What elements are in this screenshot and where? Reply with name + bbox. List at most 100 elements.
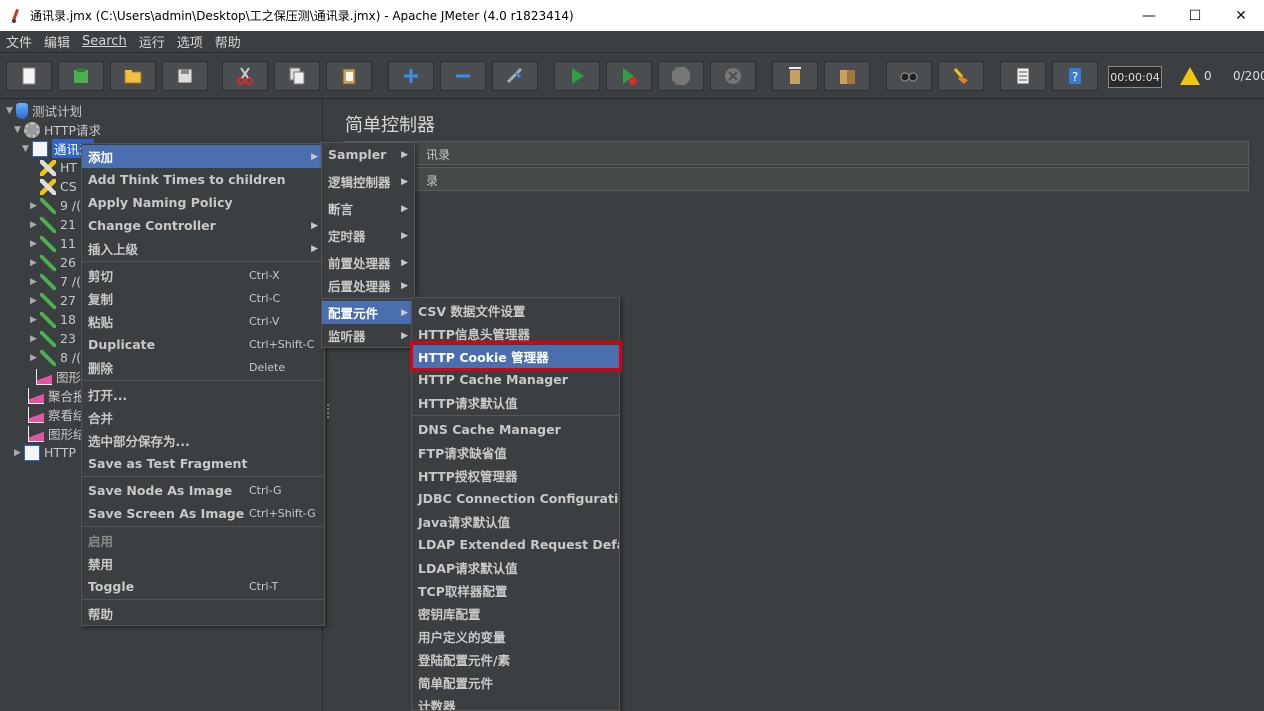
tree-node-thread-group[interactable]: ▼ HTTP请求 <box>14 120 101 139</box>
collapse-arrow-icon[interactable]: ▶ <box>14 448 24 458</box>
expand-icon[interactable] <box>388 61 434 91</box>
menu-item-copy[interactable]: 复制 Ctrl-C <box>82 287 324 310</box>
config-item-tcp-sampler[interactable]: TCP取样器配置 <box>412 579 619 602</box>
collapse-arrow-icon[interactable]: ▶ <box>30 258 40 268</box>
name-field[interactable]: 讯录 <box>343 141 1249 165</box>
config-item-simple-config[interactable]: 简单配置元件 <box>412 671 619 694</box>
menu-options[interactable]: 选项 <box>171 32 209 51</box>
menu-edit[interactable]: 编辑 <box>38 32 76 51</box>
tree-node-sampler[interactable]: ▶ 11 <box>30 234 76 253</box>
start-no-pause-icon[interactable] <box>606 61 652 91</box>
menu-help[interactable]: 帮助 <box>209 32 247 51</box>
collapse-icon[interactable] <box>440 61 486 91</box>
comments-field[interactable]: 录 <box>343 167 1249 191</box>
tree-node-sampler[interactable]: ▶ 7 /( <box>30 272 81 291</box>
minimize-button[interactable]: — <box>1126 0 1172 31</box>
save-icon[interactable] <box>162 61 208 91</box>
warning-indicator[interactable]: 0 <box>1180 67 1212 85</box>
collapse-arrow-icon[interactable]: ▶ <box>30 220 40 230</box>
config-item-java-defaults[interactable]: Java请求默认值 <box>412 510 619 533</box>
help-icon[interactable]: ? <box>1052 61 1098 91</box>
submenu-item-logic-controller[interactable]: 逻辑控制器 ▶ <box>322 170 414 193</box>
config-item-cache-manager[interactable]: HTTP Cache Manager <box>412 368 619 391</box>
menu-item-open[interactable]: 打开... <box>82 383 324 406</box>
tree-node-listener[interactable]: 聚合报 <box>28 386 86 405</box>
copy-icon[interactable] <box>274 61 320 91</box>
menu-item-cut[interactable]: 剪切 Ctrl-X <box>82 264 324 287</box>
stop-icon[interactable] <box>658 61 704 91</box>
maximize-button[interactable]: ☐ <box>1172 0 1218 31</box>
tree-node-sampler[interactable]: ▶ 21 <box>30 215 76 234</box>
menu-item-toggle[interactable]: Toggle Ctrl-T <box>82 575 324 598</box>
submenu-item-config-element[interactable]: 配置元件 ▶ <box>322 301 414 324</box>
open-icon[interactable] <box>110 61 156 91</box>
new-icon[interactable] <box>6 61 52 91</box>
tree-node-sampler[interactable]: ▶ 8 /( <box>30 348 81 367</box>
start-icon[interactable] <box>554 61 600 91</box>
config-item-ldap-defaults[interactable]: LDAP请求默认值 <box>412 556 619 579</box>
clear-all-icon[interactable] <box>824 61 870 91</box>
menu-item-help[interactable]: 帮助 <box>82 602 324 625</box>
menu-item-save-node-image[interactable]: Save Node As Image Ctrl-G <box>82 479 324 502</box>
collapse-arrow-icon[interactable]: ▶ <box>30 334 40 344</box>
collapse-arrow-icon[interactable]: ▶ <box>30 353 40 363</box>
config-item-login-config[interactable]: 登陆配置元件/素 <box>412 648 619 671</box>
menu-item-insert-parent[interactable]: 插入上级 ▶ <box>82 237 324 260</box>
collapse-arrow-icon[interactable]: ▶ <box>30 315 40 325</box>
tree-node-sampler[interactable]: ▶ 26 <box>30 253 76 272</box>
menu-item-save-selection[interactable]: 选中部分保存为... <box>82 429 324 452</box>
clear-icon[interactable] <box>772 61 818 91</box>
collapse-arrow-icon[interactable]: ▶ <box>30 239 40 249</box>
submenu-item-post-processor[interactable]: 后置处理器 ▶ <box>322 274 414 297</box>
menu-item-merge[interactable]: 合并 <box>82 406 324 429</box>
cut-icon[interactable] <box>222 61 268 91</box>
config-item-http-defaults[interactable]: HTTP请求默认值 <box>412 391 619 414</box>
menu-file[interactable]: 文件 <box>0 32 38 51</box>
menu-item-disable[interactable]: 禁用 <box>82 552 324 575</box>
config-item-csv[interactable]: CSV 数据文件设置 <box>412 299 619 322</box>
submenu-item-timer[interactable]: 定时器 ▶ <box>322 224 414 247</box>
close-button[interactable]: ✕ <box>1218 0 1264 31</box>
reset-search-icon[interactable] <box>938 61 984 91</box>
menu-item-save-screen-image[interactable]: Save Screen As Image Ctrl+Shift-G <box>82 502 324 525</box>
expand-arrow-icon[interactable]: ▼ <box>22 144 32 154</box>
function-helper-icon[interactable] <box>1000 61 1046 91</box>
tree-node-sampler[interactable]: ▶ 9 /( <box>30 196 81 215</box>
templates-icon[interactable] <box>58 61 104 91</box>
menu-item-delete[interactable]: 删除 Delete <box>82 356 324 379</box>
menu-item-paste[interactable]: 粘贴 Ctrl-V <box>82 310 324 333</box>
config-item-user-variables[interactable]: 用户定义的变量 <box>412 625 619 648</box>
tree-node-test-plan[interactable]: ▼ 测试计划 <box>6 101 82 120</box>
tree-node-child[interactable]: HT <box>40 158 77 177</box>
tree-node-sampler[interactable]: ▶ 18 <box>30 310 76 329</box>
config-item-ftp-defaults[interactable]: FTP请求缺省值 <box>412 441 619 464</box>
expand-arrow-icon[interactable]: ▼ <box>6 106 16 116</box>
tree-node-sampler[interactable]: ▶ 27 <box>30 291 76 310</box>
shutdown-icon[interactable] <box>710 61 756 91</box>
collapse-arrow-icon[interactable]: ▶ <box>30 277 40 287</box>
menu-search[interactable]: Search <box>76 34 133 49</box>
submenu-item-listener[interactable]: 监听器 ▶ <box>322 324 414 347</box>
config-item-jdbc[interactable]: JDBC Connection Configuration <box>412 487 619 510</box>
menu-item-apply-naming[interactable]: Apply Naming Policy <box>82 191 324 214</box>
expand-arrow-icon[interactable]: ▼ <box>14 125 24 135</box>
search-icon[interactable] <box>886 61 932 91</box>
config-item-counter[interactable]: 计数器 <box>412 694 619 710</box>
menu-item-duplicate[interactable]: Duplicate Ctrl+Shift-C <box>82 333 324 356</box>
menu-item-save-fragment[interactable]: Save as Test Fragment <box>82 452 324 475</box>
menu-run[interactable]: 运行 <box>133 32 171 51</box>
tree-node-listener[interactable]: 察看结 <box>28 405 86 424</box>
config-item-keystore[interactable]: 密钥库配置 <box>412 602 619 625</box>
toggle-icon[interactable] <box>492 61 538 91</box>
tree-node-child[interactable]: CS <box>40 177 77 196</box>
collapse-arrow-icon[interactable]: ▶ <box>30 296 40 306</box>
submenu-item-pre-processor[interactable]: 前置处理器 ▶ <box>322 251 414 274</box>
menu-item-enable[interactable]: 启用 <box>82 529 324 552</box>
collapse-arrow-icon[interactable]: ▶ <box>30 201 40 211</box>
config-item-auth-manager[interactable]: HTTP授权管理器 <box>412 464 619 487</box>
submenu-item-sampler[interactable]: Sampler ▶ <box>322 143 414 166</box>
paste-icon[interactable] <box>326 61 372 91</box>
tree-node-thread-group-2[interactable]: ▶ HTTP <box>14 443 76 462</box>
menu-item-add-think-times[interactable]: Add Think Times to children <box>82 168 324 191</box>
tree-node-sampler[interactable]: ▶ 23 <box>30 329 76 348</box>
